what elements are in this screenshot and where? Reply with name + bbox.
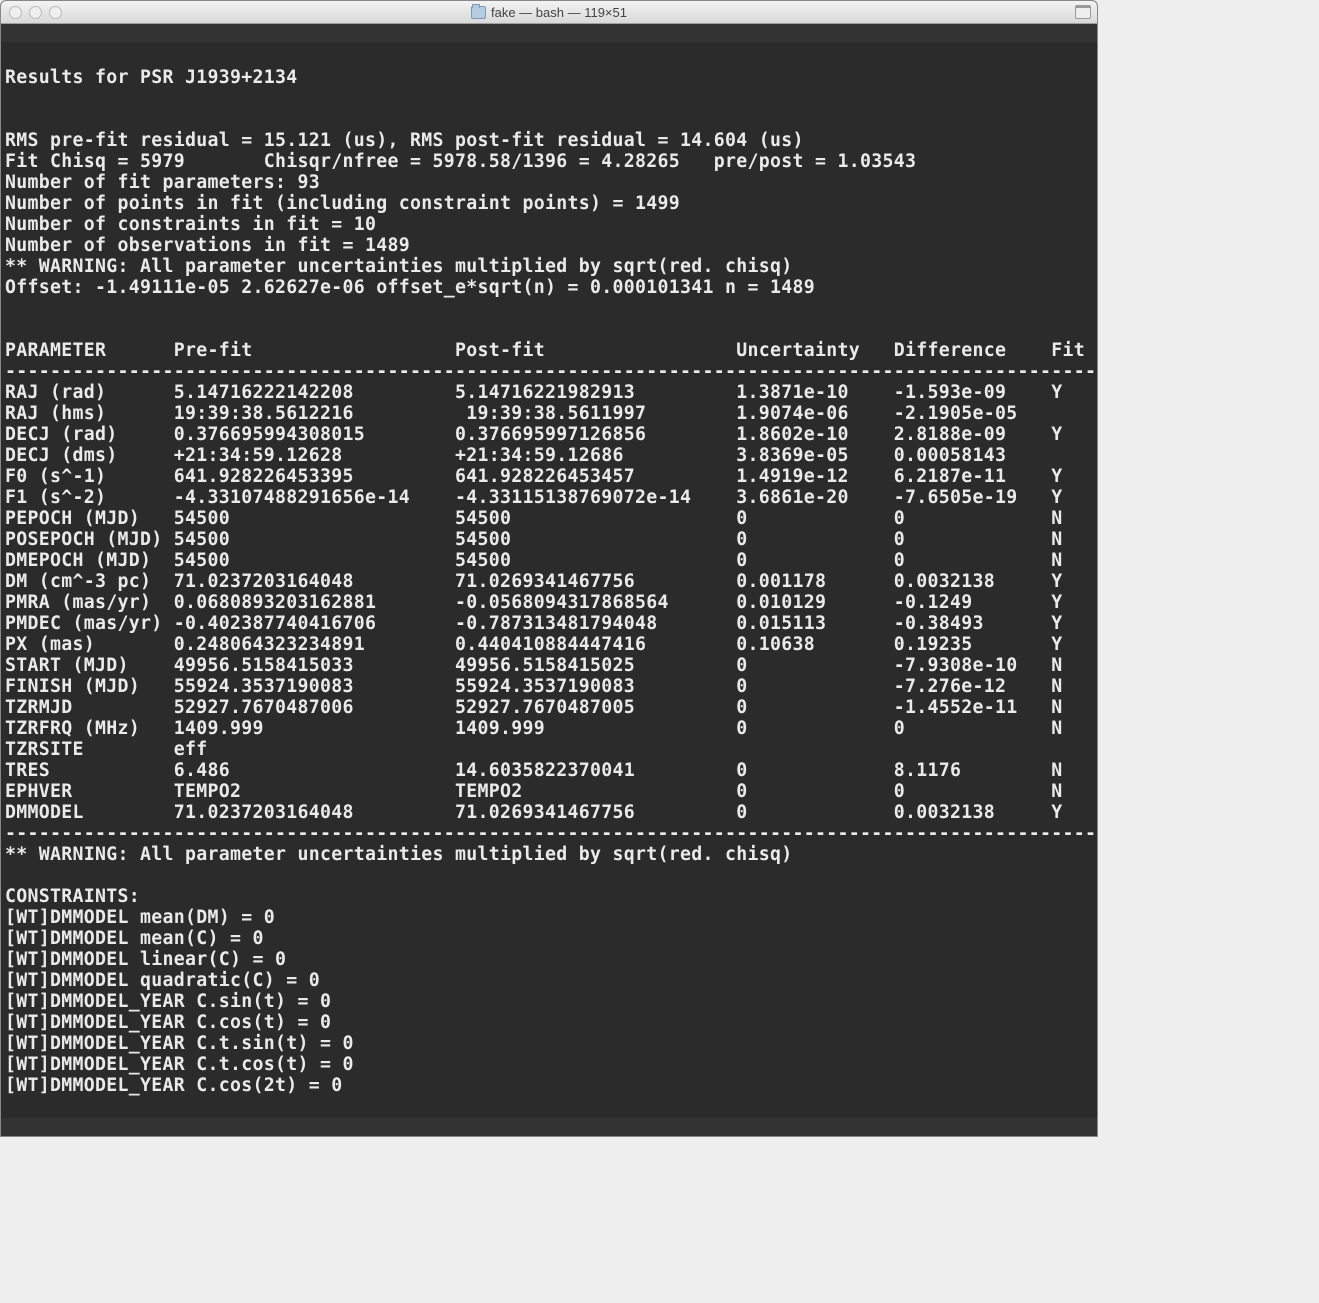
titlebar[interactable]: fake — bash — 119×51	[1, 1, 1097, 24]
folder-icon	[471, 6, 486, 19]
window-controls	[1, 6, 62, 19]
zoom-icon[interactable]	[49, 6, 62, 19]
window-title: fake — bash — 119×51	[1, 5, 1097, 20]
terminal-output[interactable]: Results for PSR J1939+2134 RMS pre-fit r…	[1, 42, 1097, 1118]
maximize-icon[interactable]	[1075, 5, 1091, 19]
title-text: fake — bash — 119×51	[491, 5, 627, 20]
terminal-window: fake — bash — 119×51 Results for PSR J19…	[0, 0, 1098, 1137]
minimize-icon[interactable]	[29, 6, 42, 19]
close-icon[interactable]	[9, 6, 22, 19]
